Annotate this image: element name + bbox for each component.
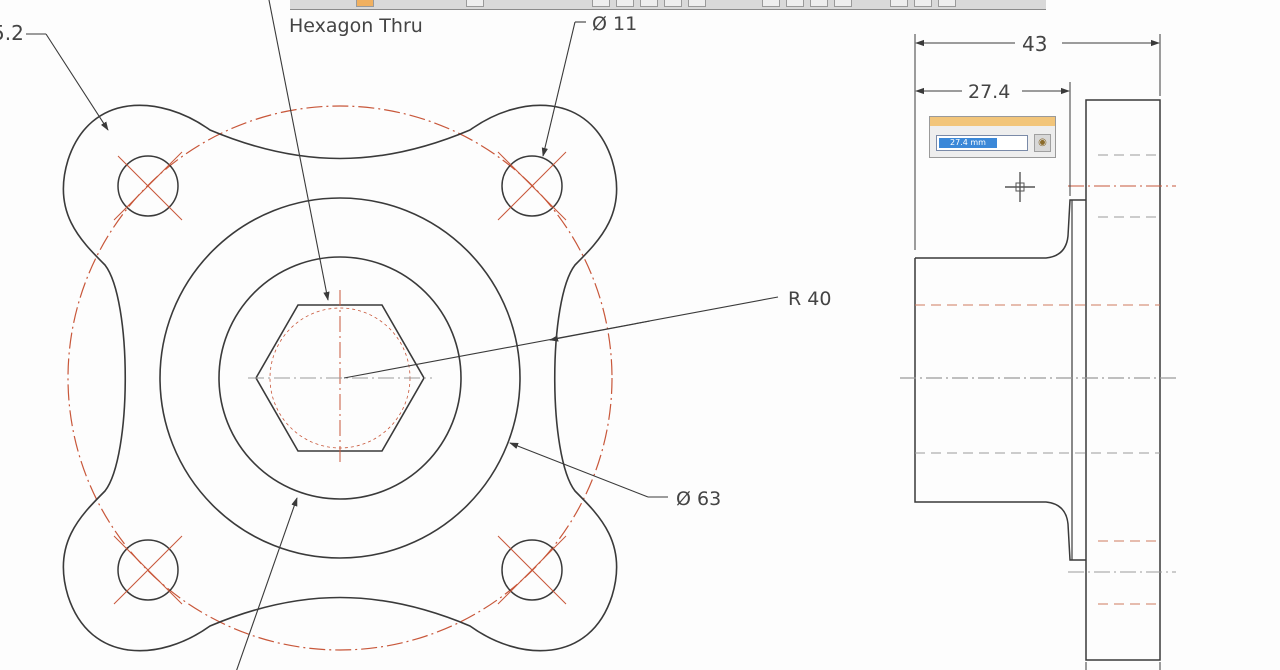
- bolt-hole-top-right[interactable]: [497, 151, 567, 221]
- corner-dim-leader-arrow: [45, 33, 109, 131]
- radius-label[interactable]: R 40: [788, 288, 831, 310]
- dimension-value-input[interactable]: 27.4 mm: [936, 135, 1028, 151]
- overall-width-label[interactable]: 43: [1022, 32, 1047, 56]
- dimension-edit-box[interactable]: 27.4 mm ◉: [929, 116, 1056, 158]
- radius-leader-arrow: [549, 320, 651, 342]
- front-view[interactable]: [62, 104, 618, 652]
- edit-box-title-bar[interactable]: [930, 117, 1055, 126]
- corner-dim-label[interactable]: 5.2: [0, 21, 24, 45]
- outer-diameter-label[interactable]: Ø 63: [676, 488, 721, 510]
- flange-plate[interactable]: [1085, 99, 1161, 661]
- technical-drawing: 5.2 Hexagon Thru Ø 11 R 40 Ø 63: [0, 0, 1176, 670]
- dimension-value-text[interactable]: 27.4 mm: [939, 138, 997, 148]
- lock-icon[interactable]: ◉: [1034, 134, 1051, 152]
- bolt-hole-bottom-right[interactable]: [497, 535, 567, 605]
- hole-diameter-leader-arrow: [541, 21, 576, 157]
- hexagon-label[interactable]: Hexagon Thru: [289, 15, 423, 37]
- bolt-hole-top-left[interactable]: [113, 151, 183, 221]
- drawing-canvas[interactable]: 5.2 Hexagon Thru Ø 11 R 40 Ø 63: [0, 0, 1280, 670]
- crosshair-cursor-icon: [1005, 172, 1035, 202]
- hexagon-leader: [268, 0, 330, 301]
- outer-diameter-leader-arrow: [509, 442, 649, 498]
- front-view-annotations[interactable]: 5.2 Hexagon Thru Ø 11 R 40 Ø 63: [0, 0, 831, 670]
- hub-width-label[interactable]: 27.4: [968, 81, 1010, 103]
- bolt-hole-bottom-left[interactable]: [113, 535, 183, 605]
- inner-circle-leader: [236, 497, 298, 670]
- hub-body[interactable]: [914, 199, 1086, 561]
- side-view[interactable]: [900, 99, 1176, 661]
- hole-diameter-label[interactable]: Ø 11: [592, 13, 637, 35]
